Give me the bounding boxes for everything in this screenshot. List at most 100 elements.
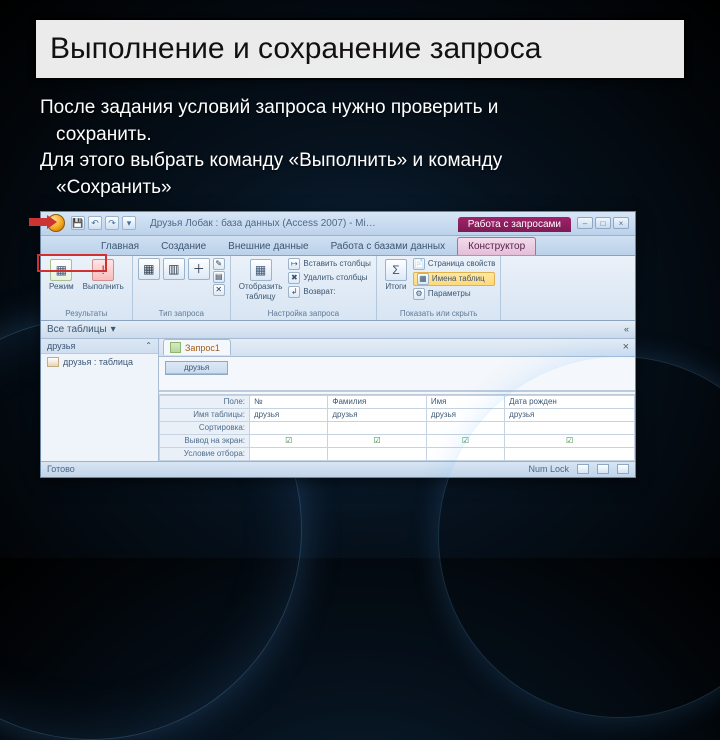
tablenames-icon: ▦ — [417, 273, 429, 285]
return-label: Возврат: — [303, 287, 335, 296]
cell-show-3[interactable]: ☑ — [426, 434, 504, 447]
table-names-button[interactable]: ▦Имена таблиц — [413, 272, 495, 286]
callout-arrow-icon — [29, 215, 59, 229]
append-query-icon[interactable]: ＋ — [188, 258, 210, 280]
show-table-button[interactable]: ▦ Отобразить таблицу — [236, 258, 286, 302]
contextual-tab: Работа с запросами — [458, 217, 571, 232]
doc-tab-label: Запрос1 — [185, 343, 220, 353]
tab-create[interactable]: Создание — [151, 238, 216, 255]
maketable-query-icon[interactable]: ▥ — [163, 258, 185, 280]
body-line-1: После задания условий запроса нужно пров… — [40, 96, 680, 121]
query-designer: друзья Поле: № Фамилия Имя Дата рожден — [159, 357, 635, 461]
nav-pane-header[interactable]: Все таблицы ▾ « — [41, 321, 635, 339]
nav-group-label: друзья — [47, 341, 75, 351]
cell-crit-1[interactable] — [250, 447, 328, 460]
tab-external[interactable]: Внешние данные — [218, 238, 318, 255]
tab-design[interactable]: Конструктор — [457, 237, 536, 255]
cell-table-2[interactable]: друзья — [328, 408, 426, 421]
show-table-label1: Отобразить — [239, 282, 283, 291]
cell-table-4[interactable]: друзья — [505, 408, 635, 421]
cell-crit-4[interactable] — [505, 447, 635, 460]
close-document-icon[interactable]: × — [623, 341, 629, 353]
tab-dbtools[interactable]: Работа с базами данных — [321, 238, 456, 255]
window-controls: – □ × — [577, 217, 629, 229]
qat-more-icon[interactable]: ▾ — [122, 216, 136, 230]
query-icon — [170, 342, 181, 353]
maximize-button[interactable]: □ — [595, 217, 611, 229]
nav-dropdown-icon[interactable]: ▾ — [111, 324, 116, 335]
design-grid[interactable]: Поле: № Фамилия Имя Дата рожден Имя табл… — [159, 391, 635, 461]
cell-crit-2[interactable] — [328, 447, 426, 460]
body-line-2: Для этого выбрать команду «Выполнить» и … — [40, 149, 680, 174]
cell-field-2[interactable]: Фамилия — [328, 395, 426, 408]
tab-home[interactable]: Главная — [91, 238, 149, 255]
property-sheet-button[interactable]: 📄Страница свойств — [413, 258, 495, 270]
run-button[interactable]: ! Выполнить — [80, 258, 127, 292]
document-tabs: Запрос1 × — [159, 339, 635, 357]
view-button[interactable]: ▦ Режим — [46, 258, 77, 292]
delete-columns-button[interactable]: ✖Удалить столбцы — [288, 272, 371, 284]
crosstab-query-icon[interactable]: ▤ — [213, 271, 225, 283]
cell-sort-1[interactable] — [250, 421, 328, 434]
nav-collapse-icon[interactable]: « — [624, 324, 629, 334]
cell-field-4[interactable]: Дата рожден — [505, 395, 635, 408]
ribbon-tabs: Главная Создание Внешние данные Работа с… — [41, 236, 635, 256]
row-table: Имя таблицы: — [160, 408, 250, 421]
table-icon — [47, 357, 59, 367]
insert-columns-button[interactable]: ↦Вставить столбцы — [288, 258, 371, 270]
body-line-1b: сохранить. — [40, 123, 680, 148]
redo-icon[interactable]: ↷ — [105, 216, 119, 230]
parameters-button[interactable]: ⚙Параметры — [413, 288, 495, 300]
return-rows[interactable]: ↲Возврат: — [288, 286, 371, 298]
cell-show-1[interactable]: ☑ — [250, 434, 328, 447]
cell-field-1[interactable]: № — [250, 395, 328, 408]
group-setup-label: Настройка запроса — [236, 308, 371, 318]
cell-crit-3[interactable] — [426, 447, 504, 460]
show-table-icon: ▦ — [250, 259, 272, 281]
run-icon: ! — [92, 259, 114, 281]
status-left: Готово — [47, 464, 75, 474]
slide-title: Выполнение и сохранение запроса — [50, 32, 670, 66]
status-numlock: Num Lock — [528, 464, 569, 474]
nav-item-label: друзья : таблица — [63, 357, 133, 367]
view-datasheet-button[interactable] — [577, 464, 589, 474]
document-area: Запрос1 × друзья Поле: № — [159, 339, 635, 461]
view-sql-button[interactable] — [597, 464, 609, 474]
cell-table-1[interactable]: друзья — [250, 408, 328, 421]
document-tab[interactable]: Запрос1 — [163, 339, 231, 355]
nav-item-table[interactable]: друзья : таблица — [41, 354, 158, 370]
designer-top-pane[interactable]: друзья — [159, 357, 635, 391]
update-query-icon[interactable]: ✎ — [213, 258, 225, 270]
undo-icon[interactable]: ↶ — [88, 216, 102, 230]
ribbon: ▦ Режим ! Выполнить Результаты ▦ ▥ ＋ — [41, 256, 635, 321]
cell-show-2[interactable]: ☑ — [328, 434, 426, 447]
save-icon[interactable]: 💾 — [71, 216, 85, 230]
group-results-label: Результаты — [46, 308, 127, 318]
return-icon: ↲ — [288, 286, 300, 298]
insert-col-label: Вставить столбцы — [303, 259, 371, 268]
view-label: Режим — [49, 282, 74, 291]
cell-sort-4[interactable] — [505, 421, 635, 434]
cell-sort-3[interactable] — [426, 421, 504, 434]
delete-query-icon[interactable]: ✕ — [213, 284, 225, 296]
nav-group[interactable]: друзья ⌃ — [41, 339, 158, 354]
cell-field-3[interactable]: Имя — [426, 395, 504, 408]
close-button[interactable]: × — [613, 217, 629, 229]
cell-show-4[interactable]: ☑ — [505, 434, 635, 447]
cell-sort-2[interactable] — [328, 421, 426, 434]
select-query-icon[interactable]: ▦ — [138, 258, 160, 280]
nav-header-label: Все таблицы — [47, 324, 107, 335]
minimize-button[interactable]: – — [577, 217, 593, 229]
group-results: ▦ Режим ! Выполнить Результаты — [41, 256, 133, 320]
designer-table[interactable]: друзья — [165, 361, 228, 375]
row-show: Вывод на экран: — [160, 434, 250, 447]
show-table-label2: таблицу — [246, 292, 276, 301]
designer-table-name: друзья — [166, 362, 227, 374]
totals-button[interactable]: Σ Итоги — [382, 258, 410, 292]
view-design-button[interactable] — [617, 464, 629, 474]
titlebar: 💾 ↶ ↷ ▾ Друзья Лобак : база данных (Acce… — [41, 212, 635, 236]
props-icon: 📄 — [413, 258, 425, 270]
cell-table-3[interactable]: друзья — [426, 408, 504, 421]
content-area: друзья ⌃ друзья : таблица Запрос1 × — [41, 339, 635, 461]
slide-title-box: Выполнение и сохранение запроса — [34, 18, 686, 80]
